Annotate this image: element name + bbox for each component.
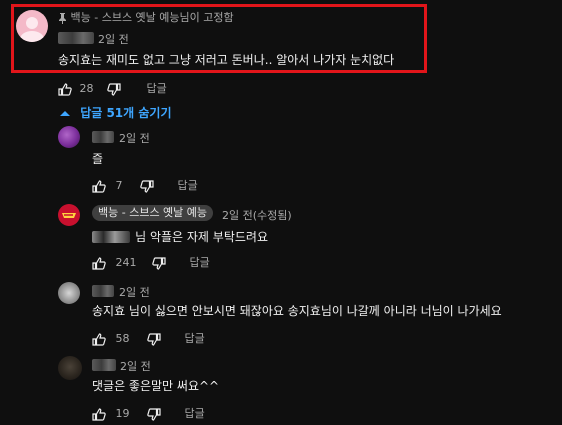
author-name-blurred[interactable] [58,32,94,44]
hide-replies-label: 답글 51개 숨기기 [80,106,172,120]
reply-actions: 7 답글 [92,177,198,193]
like-count: 58 [115,332,130,345]
reply-text: 댓글은 좋은말만 써요^^ [92,379,220,393]
thumb-down-icon[interactable] [152,256,166,270]
like-count: 19 [115,407,130,420]
channel-name: 백능 - 스브스 옛날 예능 [98,206,208,219]
reply-avatar-blurred[interactable] [58,282,80,304]
thumb-up-icon[interactable] [58,82,72,96]
comment-time[interactable]: 2일 전 [98,31,129,47]
chevron-up-icon [60,111,70,116]
comment-text: 송지효는 재미도 없고 그냥 저러고 돈버나.. 알아서 나가자 눈치없다 [58,53,395,67]
reply-author-blurred[interactable] [92,285,114,297]
channel-avatar[interactable] [58,204,80,226]
pin-icon [59,12,66,24]
reply-avatar-blurred[interactable] [58,126,80,148]
thumb-down-icon[interactable] [147,407,161,421]
channel-logo-icon [62,213,76,218]
reply-button[interactable]: 답글 [190,256,210,269]
pinned-by-text: 백능 - 스브스 옛날 예능님이 고정함 [70,11,234,24]
mentioned-user-blurred[interactable] [92,230,130,243]
reply-text: 즐 [92,152,104,166]
reply-button[interactable]: 답글 [185,332,205,345]
channel-name-badge[interactable]: 백능 - 스브스 옛날 예능 [92,205,214,221]
reply-actions: 19 답글 [92,405,205,421]
reply-text-row: 님 악플은 자제 부탁드려요 [92,226,268,245]
thumb-down-icon[interactable] [107,82,121,96]
like-count: 28 [79,82,94,95]
thumb-up-icon[interactable] [92,332,106,346]
pinned-actions: 28 답글 [58,80,167,96]
thumb-up-icon[interactable] [92,179,106,193]
reply-button[interactable]: 답글 [185,407,205,420]
reply-avatar-blurred[interactable] [58,356,82,380]
reply-actions: 58 답글 [92,330,205,346]
reply-text: 송지효 님이 싫으면 안보시면 돼잖아요 송지효님이 나갈께 아니라 너님이 나… [92,304,502,318]
thumb-down-icon[interactable] [147,332,161,346]
reply-button[interactable]: 답글 [147,82,167,95]
reply-text: 님 악플은 자제 부탁드려요 [135,230,268,244]
thumb-up-icon[interactable] [92,407,106,421]
pinned-label: 백능 - 스브스 옛날 예능님이 고정함 [58,9,234,25]
reply-time[interactable]: 2일 전 [119,130,150,146]
reply-author-blurred[interactable] [92,359,116,371]
reply-actions: 241 답글 [92,254,210,270]
reply-time[interactable]: 2일 전 [120,358,151,374]
reply-button[interactable]: 답글 [178,179,198,192]
like-count: 7 [115,179,123,192]
like-count: 241 [115,256,137,269]
user-avatar[interactable] [16,10,48,42]
reply-time[interactable]: 2일 전 [119,284,150,300]
thumb-down-icon[interactable] [140,179,154,193]
reply-time[interactable]: 2일 전(수정됨) [222,207,292,223]
reply-author-blurred[interactable] [92,131,114,143]
hide-replies-toggle[interactable]: 답글 51개 숨기기 [60,104,171,121]
thumb-up-icon[interactable] [92,256,106,270]
